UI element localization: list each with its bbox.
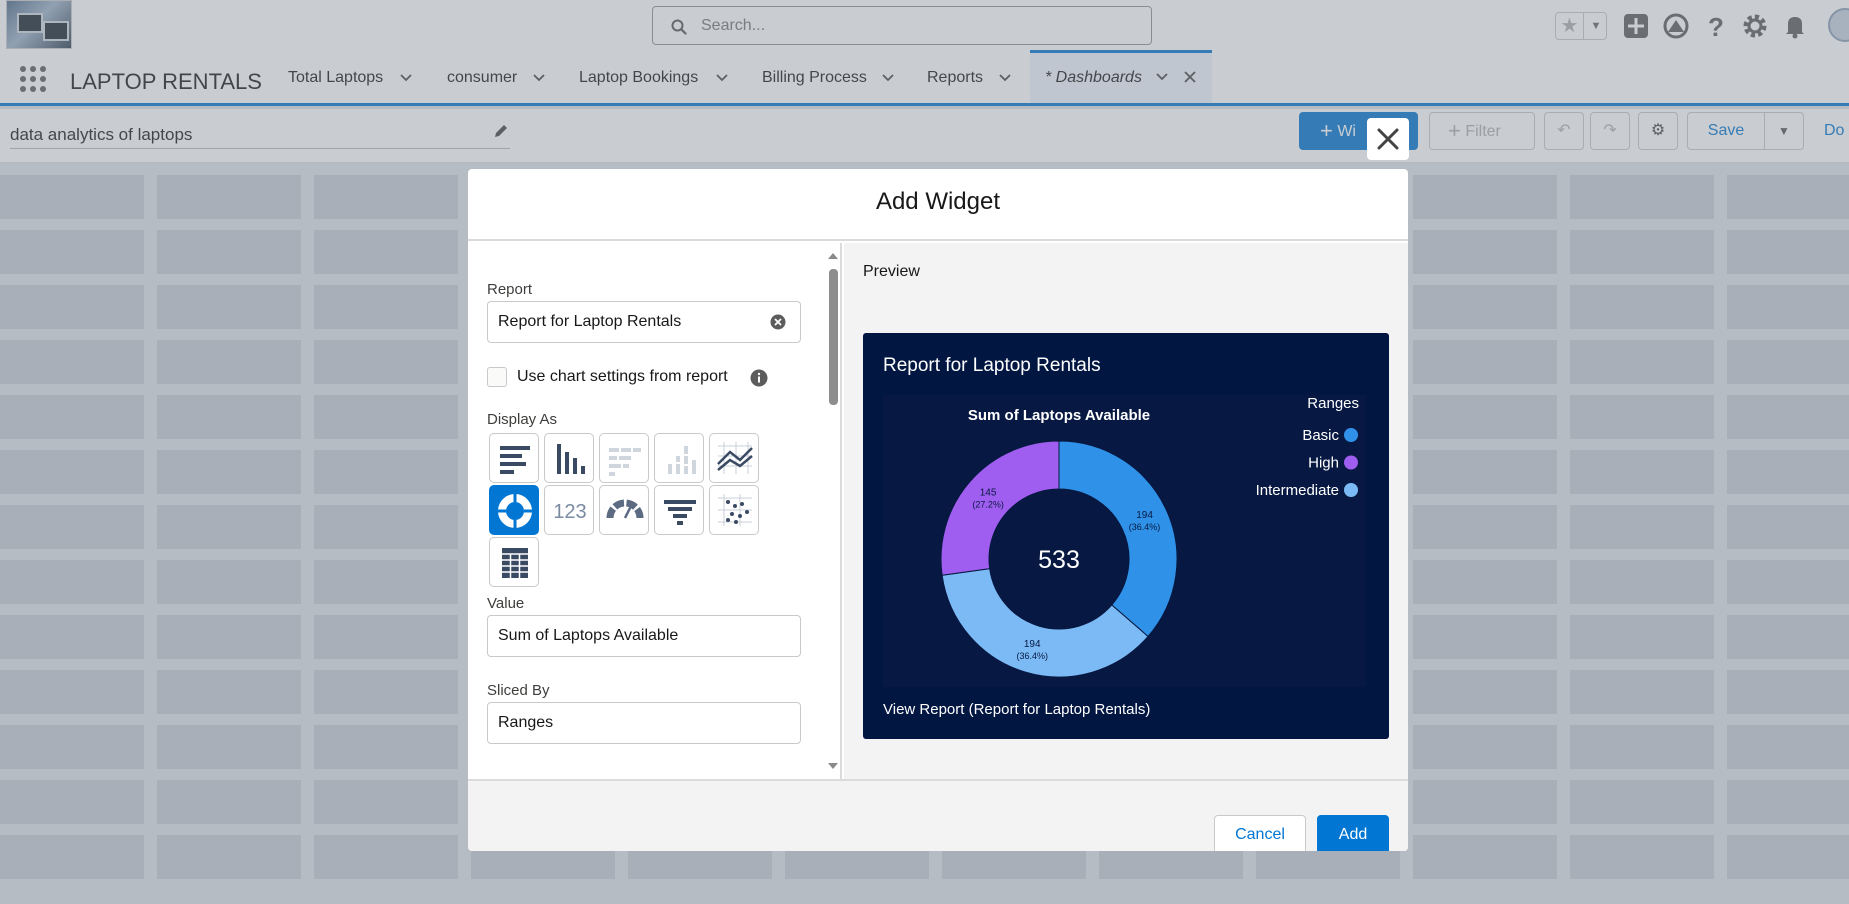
metric-icon: 123 [553, 501, 586, 523]
line-chart-icon [717, 442, 753, 474]
add-button-label: Add [1338, 826, 1368, 843]
preview-chart-area: 194 (36.4%) 194 (36.4%) 145 (27.2%) Sum of Lap… [883, 395, 1366, 687]
slice-value-label: 145 [980, 487, 997, 498]
chart-type-stacked-horizontal-bar[interactable] [599, 433, 649, 483]
cancel-button[interactable]: Cancel [1214, 815, 1306, 851]
close-icon [1377, 128, 1399, 150]
report-value: Report for Laptop Rentals [498, 313, 682, 330]
stacked-vertical-bar-icon [668, 446, 696, 474]
scroll-up-arrow[interactable] [828, 253, 838, 259]
slice-percent-label: (36.4%) [1016, 651, 1048, 661]
display-as-label: Display As [487, 411, 558, 428]
horizontal-bar-chart-icon [500, 446, 530, 474]
chart-type-vertical-bar[interactable] [544, 433, 594, 483]
value-field-text: Sum of Laptops Available [498, 627, 679, 644]
view-report-link[interactable]: View Report (Report for Laptop Rentals) [883, 701, 1150, 718]
funnel-icon [664, 500, 696, 525]
chart-type-horizontal-bar[interactable] [489, 433, 539, 483]
add-widget-modal: Add Widget Report Report for Laptop Rent… [468, 169, 1408, 851]
chart-type-donut[interactable] [489, 485, 539, 535]
value-label: Value [487, 595, 525, 612]
slice-value-label: 194 [1136, 510, 1153, 521]
modal-close-button[interactable] [1367, 118, 1409, 160]
sliced-by-label: Sliced By [487, 682, 550, 699]
legend-title: Ranges [1307, 395, 1359, 412]
modal-title: Add Widget [468, 169, 1408, 241]
slice-value-label: 194 [1024, 639, 1041, 650]
vertical-bar-chart-icon [557, 444, 585, 474]
legend-swatch-intermediate [1344, 483, 1358, 497]
chart-type-metric[interactable]: 123 [544, 485, 594, 535]
donut-chart-icon [498, 494, 532, 528]
value-field[interactable]: Sum of Laptops Available [487, 615, 801, 657]
chart-type-line[interactable] [709, 433, 759, 483]
add-button[interactable]: Add [1317, 815, 1389, 851]
legend-swatch-basic [1344, 428, 1358, 442]
stacked-horizontal-bar-icon [609, 448, 641, 476]
slice-percent-label: (36.4%) [1129, 522, 1161, 532]
chart-type-lightning-table[interactable] [489, 537, 539, 587]
chart-type-funnel[interactable] [654, 485, 704, 535]
legend-swatch-high [1344, 455, 1358, 470]
info-icon[interactable] [750, 369, 768, 387]
preview-chart-title: Report for Laptop Rentals [883, 355, 1101, 376]
sliced-by-field[interactable]: Ranges [487, 702, 801, 744]
chart-subtitle: Sum of Laptops Available [968, 407, 1150, 424]
legend-label: Intermediate [1256, 482, 1339, 499]
svg-text:123: 123 [553, 501, 586, 523]
scrollbar-graphic [828, 253, 838, 769]
scroll-thumb[interactable] [829, 269, 838, 405]
use-chart-settings-label: Use chart settings from report [517, 368, 728, 385]
cancel-button-label: Cancel [1235, 826, 1285, 843]
scatter-chart-icon [718, 494, 752, 526]
legend-label: Basic [1302, 427, 1339, 444]
chart-type-scatter[interactable] [709, 485, 759, 535]
clear-icon[interactable] [770, 314, 786, 330]
report-lookup-field[interactable]: Report for Laptop Rentals [487, 301, 801, 343]
preview-panel: Preview Report for Laptop Rentals 194 (36… [844, 243, 1408, 779]
scroll-down-arrow[interactable] [828, 763, 838, 769]
sliced-by-field-text: Ranges [498, 714, 554, 731]
table-icon [502, 548, 528, 578]
report-label: Report [487, 281, 533, 298]
slice-percent-label: (27.2%) [972, 499, 1004, 509]
donut-center-total: 533 [1038, 546, 1080, 574]
preview-widget: Report for Laptop Rentals 194 (36.4%) 194(… [863, 333, 1389, 739]
donut-chart[interactable]: 194(36.4%)194(36.4%)145(27.2%)Sum of Lap… [883, 395, 1366, 687]
panel-scrollbar[interactable] [824, 243, 840, 779]
legend-label: High [1308, 455, 1339, 472]
widget-settings-panel: Report Report for Laptop Rentals Use cha… [468, 243, 842, 779]
chart-type-gauge[interactable] [599, 485, 649, 535]
donut-slice-basic[interactable] [1058, 440, 1178, 638]
modal-footer: Cancel Add [468, 779, 1408, 851]
gauge-icon [606, 499, 644, 519]
preview-label: Preview [863, 263, 920, 280]
use-chart-settings-checkbox[interactable] [487, 367, 507, 387]
chart-type-stacked-vertical-bar[interactable] [654, 433, 704, 483]
